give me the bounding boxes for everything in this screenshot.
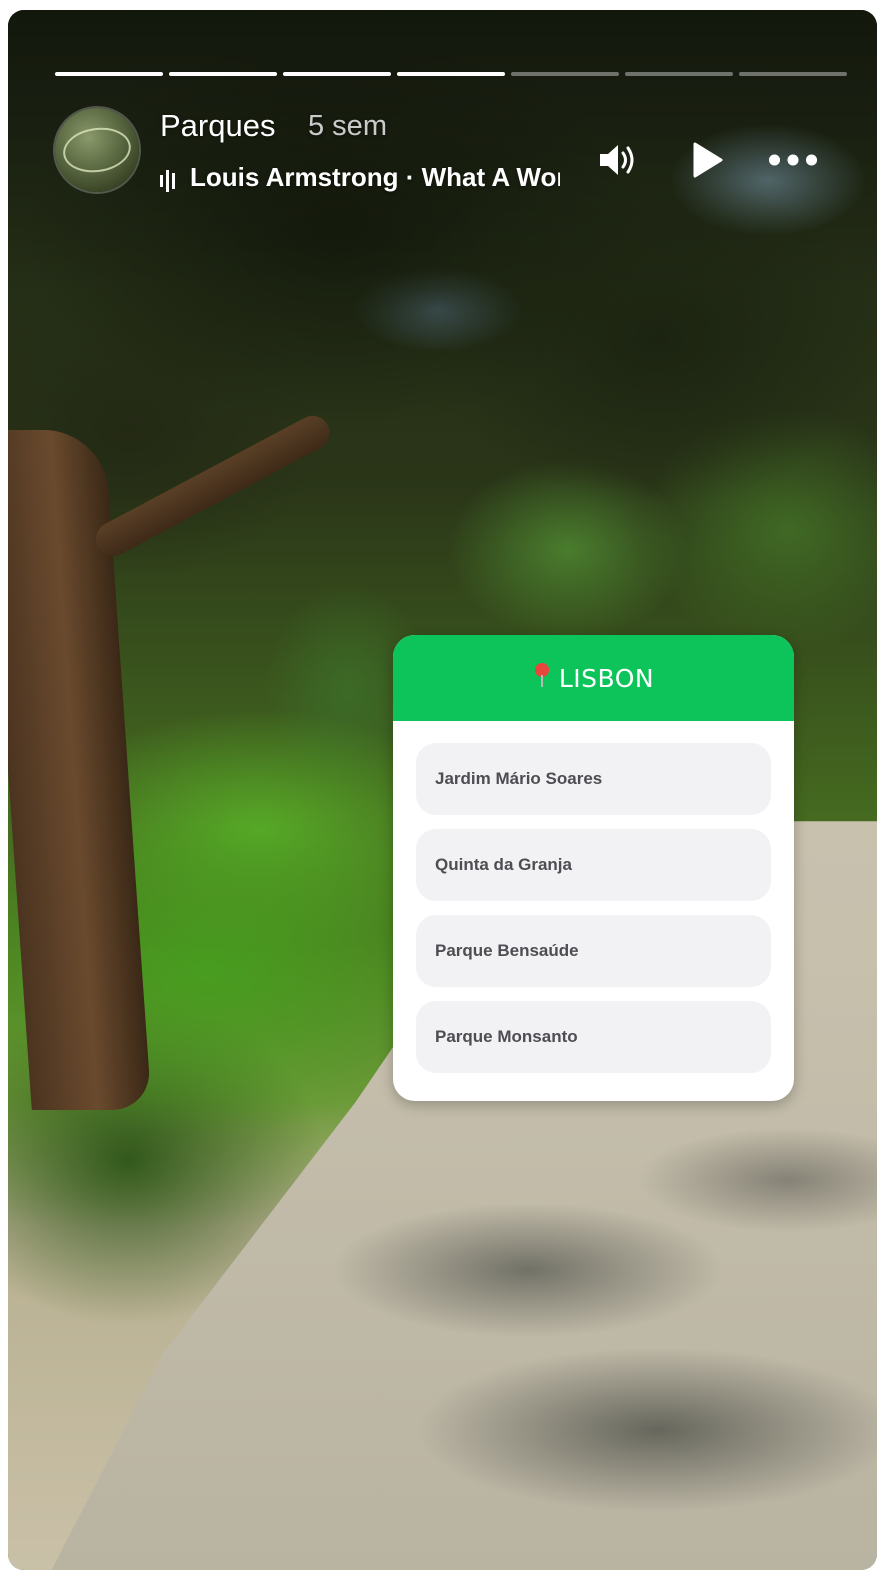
progress-segment <box>55 72 163 76</box>
progress-segment <box>283 72 391 76</box>
progress-segment <box>625 72 733 76</box>
speaker-icon <box>600 145 634 175</box>
list-sticker-items: Jardim Mário Soares Quinta da Granja Par… <box>393 721 794 1073</box>
list-sticker-title: LISBON <box>558 663 655 693</box>
list-item[interactable]: Jardim Mário Soares <box>416 743 771 815</box>
list-sticker-header: LISBON <box>393 635 794 721</box>
story-viewer[interactable]: Parques 5 sem Louis Armstrong · What A W… <box>8 10 877 1570</box>
music-bars-icon <box>160 164 178 195</box>
avatar-logo <box>60 123 134 177</box>
list-item[interactable]: Parque Bensaúde <box>416 915 771 987</box>
progress-segment <box>511 72 619 76</box>
list-item[interactable]: Quinta da Granja <box>416 829 771 901</box>
map-pin-icon <box>533 662 551 694</box>
more-options-button[interactable] <box>768 138 818 182</box>
play-icon <box>693 142 723 178</box>
post-time: 5 sem <box>308 110 387 142</box>
play-button[interactable] <box>680 138 730 182</box>
sound-button[interactable] <box>593 138 643 182</box>
more-dots-icon <box>768 154 818 166</box>
account-avatar[interactable] <box>55 108 139 192</box>
story-progress <box>55 72 847 76</box>
list-sticker[interactable]: LISBON Jardim Mário Soares Quinta da Gra… <box>393 635 794 1101</box>
progress-segment <box>739 72 847 76</box>
list-item[interactable]: Parque Monsanto <box>416 1001 771 1073</box>
music-track[interactable]: Louis Armstrong · What A Wonderful World <box>160 162 560 202</box>
music-track-label: Louis Armstrong · What A Wonderful World <box>190 162 560 192</box>
account-name[interactable]: Parques <box>160 108 275 144</box>
progress-segment <box>397 72 505 76</box>
progress-segment <box>169 72 277 76</box>
